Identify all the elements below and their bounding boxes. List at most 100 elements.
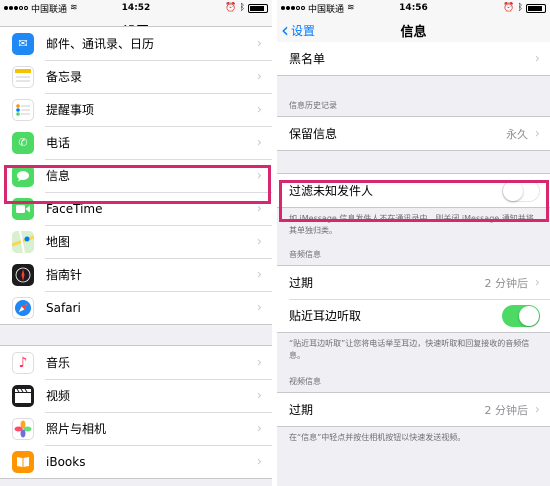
raise-to-listen-label: 贴近耳边听取 [289,309,362,323]
nav-bar: ‹ 设置 信息 [277,16,550,45]
keep-messages-value: 永久 [506,127,528,141]
battery-icon [526,3,546,13]
settings-item-videos[interactable]: 视频 › [0,379,272,412]
video-expire-value: 2 分钟后 [484,403,529,417]
messages-icon [12,164,34,187]
phone-icon: ✆ [12,131,34,154]
audio-section-header: 音频信息 [289,250,321,259]
chevron-right-icon: › [256,421,262,436]
filter-group: 过滤未知发件人 [277,173,550,208]
settings-item-maps[interactable]: 地图 › [0,225,272,258]
chevron-right-icon: › [256,300,262,315]
settings-item-label: 提醒事项 [46,103,95,117]
audio-group: 过期 2 分钟后 › 贴近耳边听取 [277,265,550,333]
compass-icon [12,263,34,286]
chevron-right-icon: › [256,267,262,282]
video-expire-item[interactable]: 过期 2 分钟后 › [277,393,550,426]
chevron-right-icon: › [256,454,262,469]
filter-unknown-senders-toggle[interactable] [502,179,540,202]
status-bar: 中国联通 ≋ 14:56 ⏰ ᛒ [277,0,550,16]
photos-icon [12,417,34,440]
settings-item-ibooks[interactable]: iBooks › [0,445,272,478]
chevron-right-icon: › [534,402,540,417]
audio-footer: “贴近耳边听取”让您将电话举至耳边，快速听取和回复接收的音频信息。 [289,339,530,360]
settings-item-reminders[interactable]: 提醒事项 › [0,93,272,126]
chevron-right-icon: › [256,388,262,403]
settings-item-notes[interactable]: 备忘录 › [0,60,272,93]
toggle-knob [519,305,539,326]
signal-icon [281,6,305,10]
chevron-right-icon: › [534,51,540,66]
raise-to-listen-toggle[interactable] [502,304,540,327]
filter-unknown-senders-label: 过滤未知发件人 [289,184,374,198]
settings-item-label: 照片与相机 [46,422,107,436]
video-group: 过期 2 分钟后 › [277,392,550,427]
bluetooth-icon: ᛒ [517,3,523,13]
blacklist-label: 黑名单 [289,52,326,66]
bluetooth-icon: ᛒ [239,3,245,13]
audio-expire-item[interactable]: 过期 2 分钟后 › [277,266,550,299]
chevron-right-icon: › [256,234,262,249]
chevron-right-icon: › [534,126,540,141]
maps-icon [12,230,34,253]
settings-item-label: 电话 [46,136,71,150]
safari-icon [12,296,34,319]
blocked-group: 黑名单 › [277,42,550,76]
history-section-header: 信息历史记录 [289,101,337,110]
settings-item-label: Safari [46,300,81,315]
chevron-right-icon: › [256,201,262,216]
settings-item-music[interactable]: ♪ 音乐 › [0,346,272,379]
filter-footer: 如 iMessage 信息发件人不在通讯录中，则关闭 iMessage 通知并将… [289,214,534,235]
chevron-right-icon: › [256,135,262,150]
notes-icon [12,65,34,88]
settings-item-label: 视频 [46,389,71,403]
mail-icon: ✉ [12,32,34,55]
battery-icon [248,3,268,13]
toggle-knob [503,180,523,201]
settings-item-safari[interactable]: Safari › [0,291,272,324]
alarm-icon: ⏰ [225,3,237,13]
settings-item-label: 音乐 [46,356,71,370]
carrier-label: 中国联通 [308,4,345,15]
status-bar: 中国联通 ≋ 14:52 ⏰ ᛒ [0,0,272,16]
chevron-right-icon: › [256,36,262,51]
chevron-right-icon: › [534,275,540,290]
alarm-icon: ⏰ [503,3,515,13]
reminders-icon [12,98,34,121]
chevron-left-icon: ‹ [281,18,289,42]
settings-item-facetime[interactable]: FaceTime › [0,192,272,225]
settings-item-label: 备忘录 [46,70,83,84]
keep-messages-label: 保留信息 [289,127,338,141]
video-section-header: 视频信息 [289,377,321,386]
settings-group-media: ♪ 音乐 › 视频 › 照片与相机 › iBooks › [0,345,272,479]
settings-item-photos[interactable]: 照片与相机 › [0,412,272,445]
chevron-right-icon: › [256,102,262,117]
blacklist-item[interactable]: 黑名单 › [277,42,550,75]
settings-item-label: iBooks [46,454,86,469]
keep-messages-item[interactable]: 保留信息 永久 › [277,117,550,150]
back-button[interactable]: ‹ 设置 [281,16,315,44]
settings-item-label: FaceTime [46,201,103,216]
settings-item-messages[interactable]: 信息 › [0,159,272,192]
settings-item-mail[interactable]: ✉ 邮件、通讯录、日历 › [0,27,272,60]
carrier-label: 中国联通 [31,4,68,15]
page-title: 信息 [400,24,427,40]
chevron-right-icon: › [256,355,262,370]
messages-settings-screen: 中国联通 ≋ 14:56 ⏰ ᛒ ‹ 设置 信息 黑名单 › 信息历史记录 保留… [277,0,550,486]
music-icon: ♪ [12,351,34,374]
videos-icon [12,384,34,407]
settings-item-compass[interactable]: 指南针 › [0,258,272,291]
audio-expire-value: 2 分钟后 [484,276,529,290]
wifi-icon: ≋ [70,3,78,13]
settings-group-apps: ✉ 邮件、通讯录、日历 › 备忘录 › 提醒事项 › ✆ 电话 › 信息 › F… [0,26,272,325]
settings-item-phone[interactable]: ✆ 电话 › [0,126,272,159]
chevron-right-icon: › [256,69,262,84]
settings-item-label: 邮件、通讯录、日历 [46,37,155,51]
settings-item-label: 地图 [46,235,71,249]
settings-screen: 中国联通 ≋ 14:52 ⏰ ᛒ 设置 ✉ 邮件、通讯录、日历 › [0,0,272,486]
settings-item-label: 指南针 [46,268,83,282]
raise-to-listen-item: 贴近耳边听取 [277,299,550,332]
wifi-icon: ≋ [347,3,355,13]
chevron-right-icon: › [256,168,262,183]
video-footer: 在“信息”中轻点并按住相机按钮以快速发送视频。 [289,433,466,442]
